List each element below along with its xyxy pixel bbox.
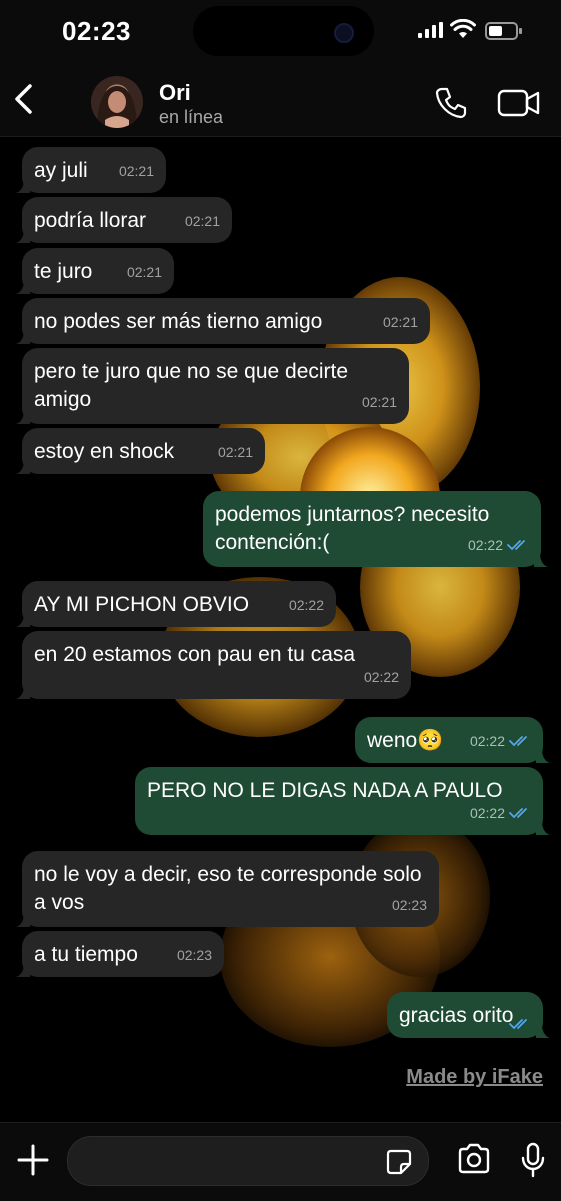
status-bar: 02:23: [0, 0, 561, 62]
watermark: Made by iFake: [406, 1066, 543, 1088]
message-text: gracias orito: [399, 1004, 514, 1027]
outgoing-message[interactable]: gracias orito: [387, 992, 550, 1038]
incoming-message[interactable]: a tu tiempo 02:23: [16, 931, 224, 977]
phone-icon[interactable]: [434, 86, 468, 120]
message-text: AY MI PICHON OBVIO: [34, 593, 250, 616]
message-input-container[interactable]: [67, 1136, 429, 1186]
incoming-message[interactable]: ay juli 02:21: [16, 147, 166, 193]
message-meta: 02:22: [470, 799, 531, 827]
avatar[interactable]: [91, 76, 143, 128]
message-time: 02:22: [467, 537, 503, 553]
message-time: 02:23: [391, 897, 427, 913]
message-text: pero te juro que no se que decirte amigo: [34, 360, 354, 411]
incoming-message[interactable]: AY MI PICHON OBVIO 02:22: [16, 581, 336, 627]
read-receipt-icon: [509, 1019, 527, 1030]
contact-status: en línea: [159, 107, 224, 127]
message-meta: 02:21: [362, 388, 397, 416]
message-text: ay juli: [34, 159, 88, 182]
bubble-tail: [16, 963, 30, 977]
message-meta: 02:21: [119, 157, 154, 185]
message-meta: 02:23: [392, 891, 427, 919]
message-meta: 02:22: [468, 531, 529, 559]
outgoing-message[interactable]: PERO NO LE DIGAS NADA A PAULO 02:22: [135, 767, 550, 835]
message-meta: 02:22: [364, 663, 399, 691]
battery-icon: [485, 22, 522, 40]
message-text: te juro: [34, 260, 93, 283]
message-meta: [509, 1018, 531, 1030]
message-time: 02:21: [184, 213, 220, 229]
message-time: 02:21: [361, 394, 397, 410]
bubble-tail: [16, 460, 30, 474]
message-text: no le voy a decir, eso te corresponde so…: [34, 863, 428, 914]
read-receipt-icon: [509, 808, 527, 819]
bubble-tail: [536, 749, 550, 763]
incoming-message[interactable]: en 20 estamos con pau en tu casa 02:22: [16, 631, 411, 699]
message-time: 02:21: [217, 444, 253, 460]
message-meta: 02:21: [127, 258, 162, 286]
video-camera-icon[interactable]: [497, 88, 541, 118]
chevron-left-icon[interactable]: [10, 82, 40, 116]
bubble-tail: [536, 1024, 550, 1038]
wifi-icon: [450, 19, 476, 38]
message-time: 02:23: [176, 947, 212, 963]
bubble-tail: [16, 410, 30, 424]
bubble-tail: [16, 280, 30, 294]
message-meta: 02:22: [289, 591, 324, 619]
dynamic-island: [193, 6, 374, 56]
bubble-tail: [16, 613, 30, 627]
bubble-tail: [16, 179, 30, 193]
bubble-tail: [16, 685, 30, 699]
plus-icon[interactable]: [16, 1143, 50, 1177]
cellular-signal-icon: [418, 22, 443, 38]
message-text: no podes ser más tierno amigo: [34, 310, 323, 333]
input-bar: [0, 1122, 561, 1201]
chat-area[interactable]: ay juli 02:21 podría llorar 02:21 te juro 02:…: [0, 137, 561, 1122]
message-time: 02:22: [469, 733, 505, 749]
message-meta: 02:21: [185, 207, 220, 235]
message-text: podría llorar: [34, 209, 147, 232]
bubble-tail: [534, 553, 548, 567]
message-time: 02:21: [382, 314, 418, 330]
incoming-message[interactable]: te juro 02:21: [16, 248, 174, 294]
message-meta: 02:23: [177, 941, 212, 969]
incoming-message[interactable]: estoy en shock 02:21: [16, 428, 265, 474]
message-time: 02:21: [118, 163, 154, 179]
incoming-message[interactable]: no le voy a decir, eso te corresponde so…: [16, 851, 439, 927]
message-input[interactable]: [84, 1145, 378, 1179]
sticker-icon[interactable]: [386, 1149, 412, 1175]
chat-header: Ori en línea: [0, 62, 561, 137]
message-meta: 02:21: [218, 438, 253, 466]
message-time: 02:22: [363, 669, 399, 685]
bubble-tail: [16, 330, 30, 344]
incoming-message[interactable]: podría llorar 02:21: [16, 197, 232, 243]
message-text: estoy en shock: [34, 440, 175, 463]
front-camera-icon: [334, 23, 354, 43]
bubble-tail: [536, 821, 550, 835]
incoming-message[interactable]: no podes ser más tierno amigo 02:21: [16, 298, 430, 344]
message-time: 02:22: [288, 597, 324, 613]
message-meta: 02:21: [383, 308, 418, 336]
message-text: weno🥺: [367, 729, 444, 752]
camera-icon[interactable]: [457, 1143, 491, 1175]
contact-name[interactable]: Ori: [159, 80, 191, 106]
message-text: a tu tiempo: [34, 943, 138, 966]
message-meta: 02:22: [470, 727, 531, 755]
read-receipt-icon: [507, 540, 525, 551]
message-time: 02:21: [126, 264, 162, 280]
status-time: 02:23: [62, 16, 131, 46]
microphone-icon[interactable]: [520, 1142, 546, 1178]
message-text: en 20 estamos con pau en tu casa: [34, 643, 356, 666]
outgoing-message[interactable]: weno🥺 02:22: [355, 717, 550, 763]
bubble-tail: [16, 913, 30, 927]
bubble-tail: [16, 229, 30, 243]
message-time: 02:22: [469, 805, 505, 821]
read-receipt-icon: [509, 736, 527, 747]
outgoing-message[interactable]: podemos juntarnos? necesito contención:(…: [203, 491, 548, 567]
incoming-message[interactable]: pero te juro que no se que decirte amigo…: [16, 348, 409, 424]
